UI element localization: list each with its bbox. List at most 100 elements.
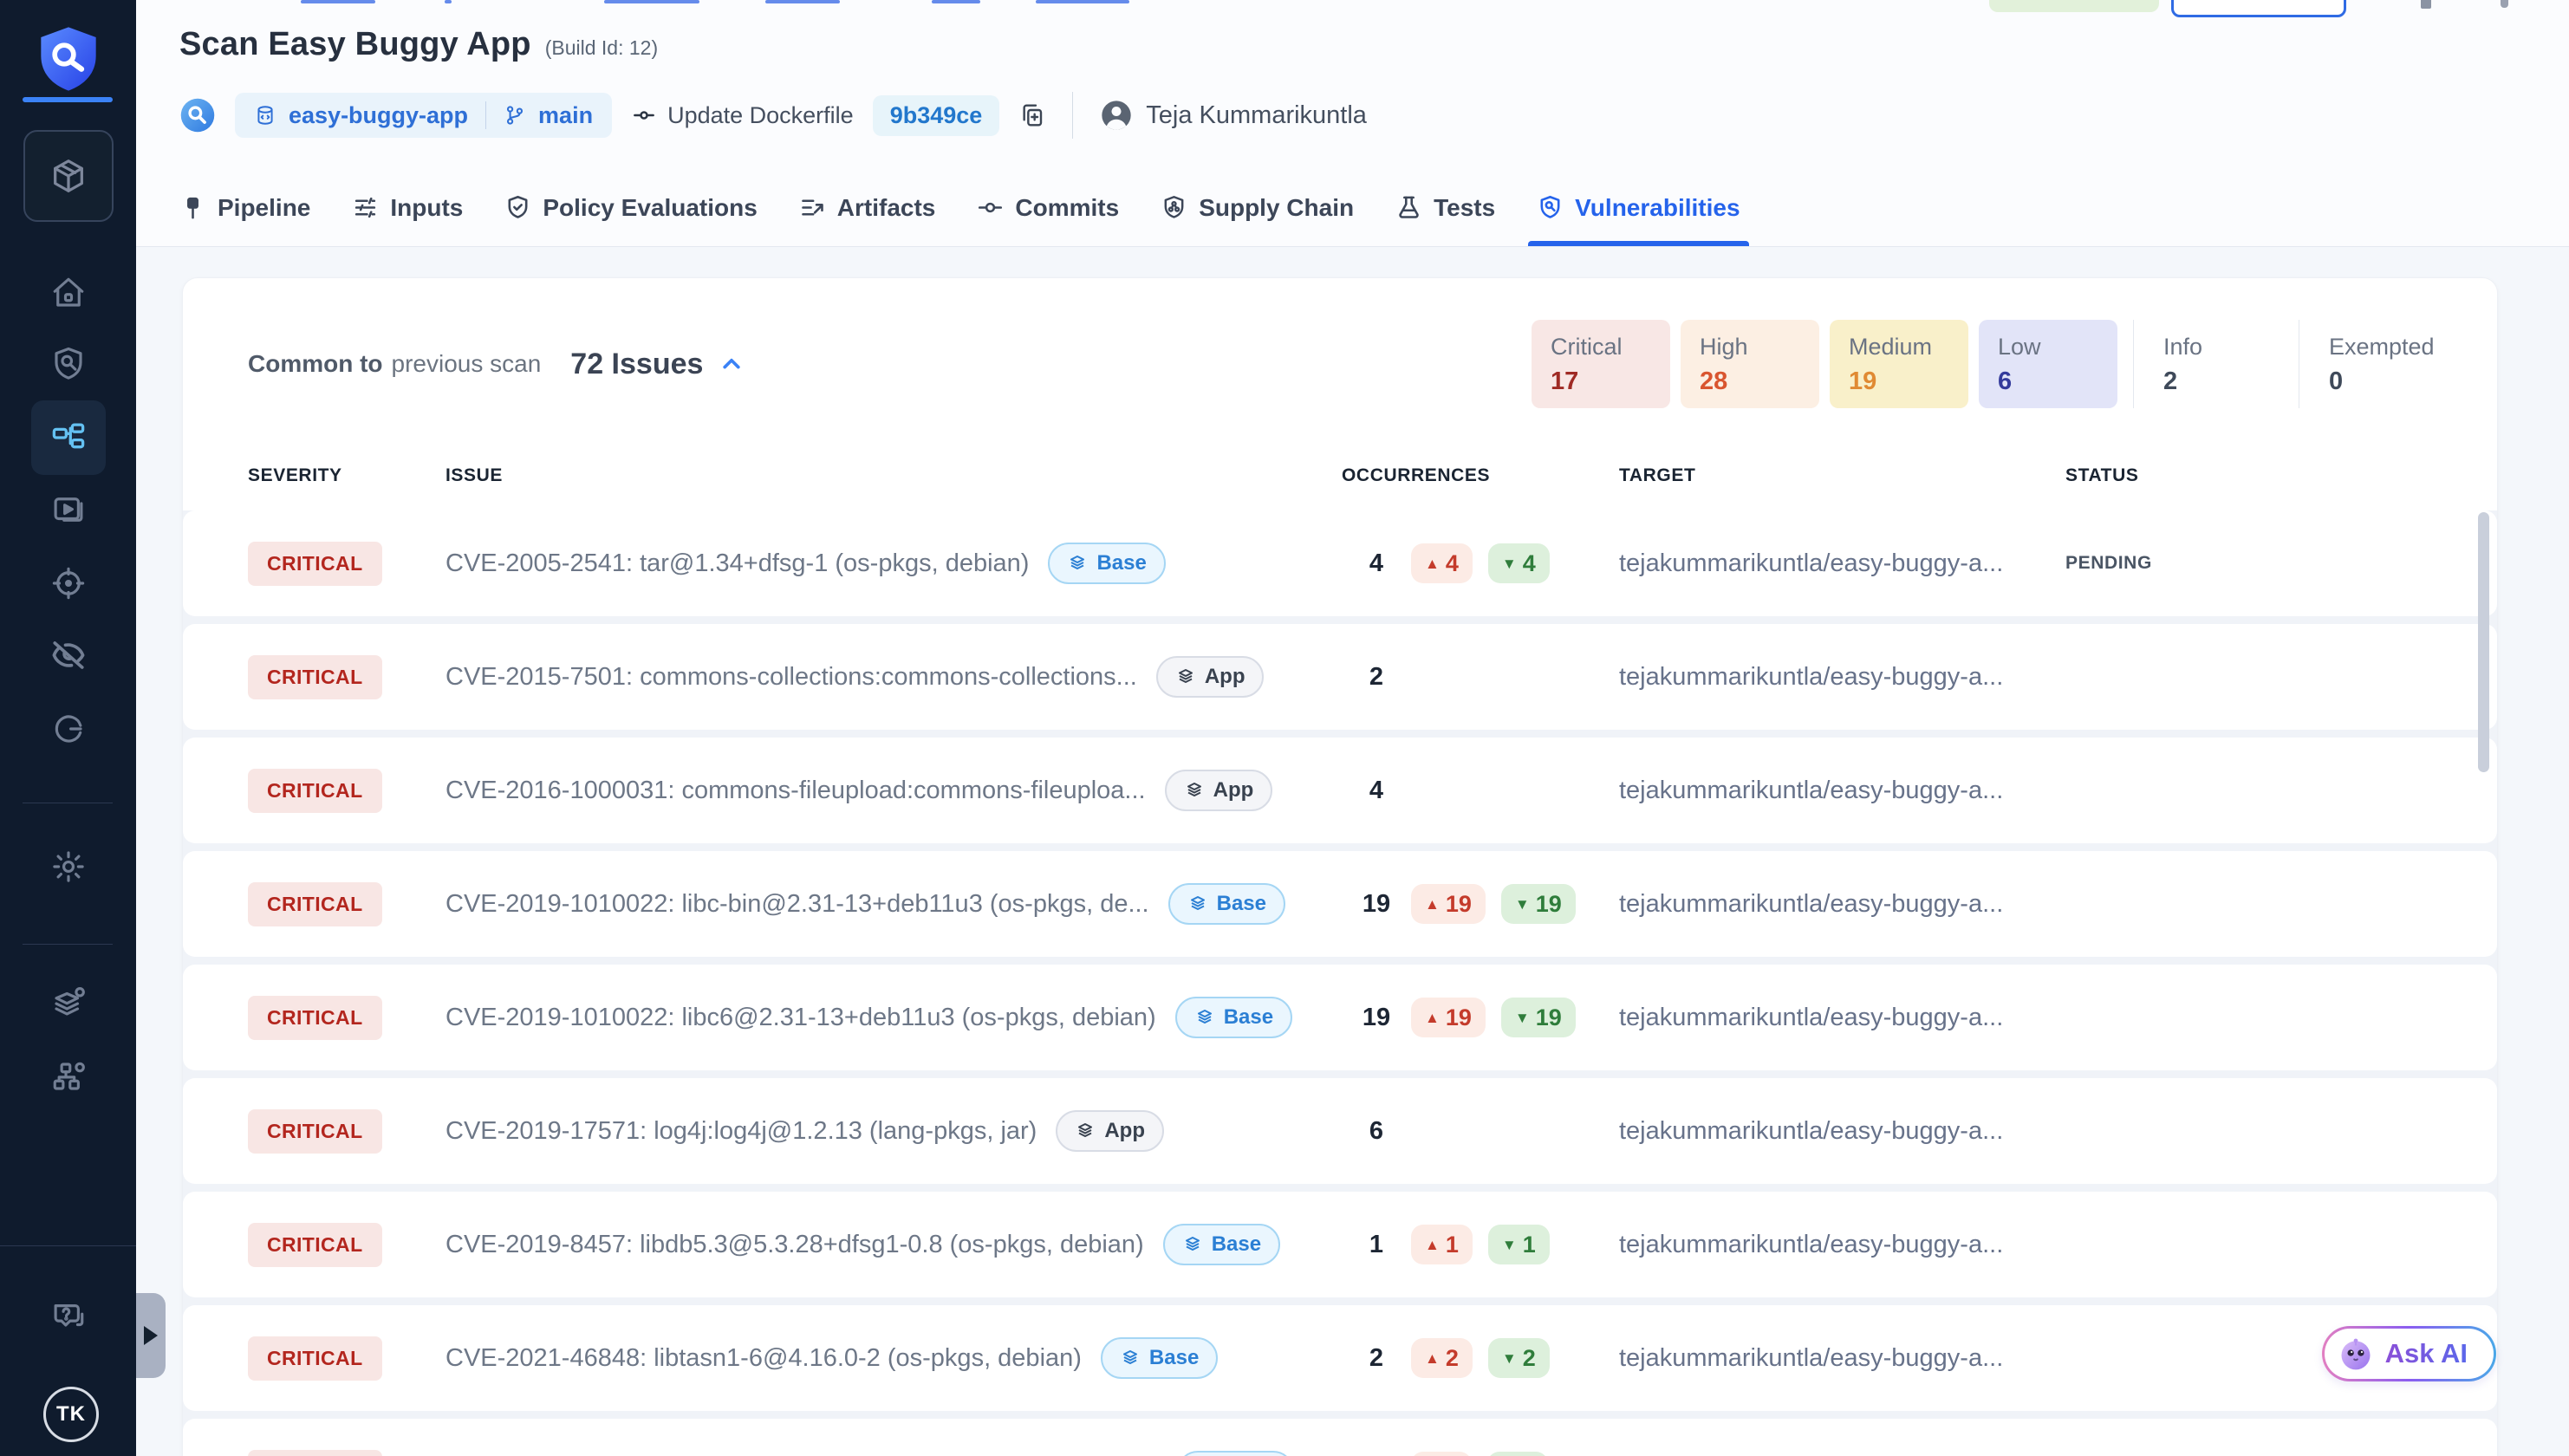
tab-commits[interactable]: Commits xyxy=(977,169,1119,246)
severity-card-high[interactable]: High 28 xyxy=(1681,320,1819,408)
delta-down-pill: ▼1 xyxy=(1488,1225,1550,1264)
tab-tests[interactable]: Tests xyxy=(1395,169,1495,246)
chevron-up-icon[interactable] xyxy=(717,349,746,379)
cutoff-breadcrumb-fragment xyxy=(1036,0,1129,3)
sidebar-item-sessions[interactable] xyxy=(0,711,136,747)
col-occurrences: OCCURRENCES xyxy=(1342,465,1411,486)
ask-ai-button[interactable]: Ask AI xyxy=(2322,1326,2496,1381)
author-name: Teja Kummarikuntla xyxy=(1146,101,1367,130)
main-area: Scan Easy Buggy App (Build Id: 12) easy-… xyxy=(136,0,2569,1456)
occurrence-count: 19 xyxy=(1363,890,1390,919)
target-name: tejakummarikuntla/easy-buggy-a... xyxy=(1619,890,2065,919)
sidebar-expand-handle[interactable] xyxy=(136,1293,166,1378)
chip-divider xyxy=(485,101,486,129)
triangle-down-icon: ▼ xyxy=(1502,556,1517,571)
project-selector-button[interactable] xyxy=(23,130,114,222)
severity-card-exempted[interactable]: Exempted 0 xyxy=(2299,320,2449,408)
tab-vulnerabilities-active[interactable]: Vulnerabilities xyxy=(1537,169,1740,246)
sidebar-item-home[interactable] xyxy=(0,275,136,311)
sidebar-item-settings[interactable] xyxy=(0,848,136,885)
user-avatar[interactable]: TK xyxy=(43,1387,99,1442)
issue-title[interactable]: CVE-2019-17571: log4j:log4j@1.2.13 (lang… xyxy=(446,1117,1037,1146)
sidebar-item-integration-settings[interactable] xyxy=(0,1058,136,1095)
pipeline-icon xyxy=(179,194,206,221)
target-name: tejakummarikuntla/easy-buggy-a... xyxy=(1619,549,2065,578)
tab-bar: Pipeline Inputs Policy Evaluations Artif… xyxy=(179,169,1740,246)
cutoff-outline-button[interactable] xyxy=(2171,0,2346,17)
sidebar-item-hidden-findings[interactable] xyxy=(0,637,136,673)
issue-title[interactable]: CVE-2021-46848: libtasn1-6@4.16.0-2 (os-… xyxy=(446,1344,1082,1373)
git-commit-icon xyxy=(977,194,1004,221)
logo-accent-bar xyxy=(23,97,113,102)
issue-title[interactable]: CVE-2019-8457: libdb5.3@5.3.28+dfsg1-0.8… xyxy=(446,1231,1144,1259)
severity-card-critical[interactable]: Critical 17 xyxy=(1532,320,1670,408)
occurrence-count: 2 xyxy=(1369,663,1383,692)
shield-nodes-icon xyxy=(1161,194,1187,221)
build-id-label: (Build Id: 12) xyxy=(545,36,658,60)
commit-sha-chip[interactable]: 9b349ce xyxy=(873,95,1000,136)
scan-scope-summary[interactable]: Common to previous scan 72 Issues xyxy=(248,348,746,381)
shield-check-icon xyxy=(504,194,531,221)
severity-badge: CRITICAL xyxy=(248,1109,382,1154)
copy-sha-button[interactable] xyxy=(1018,101,1046,129)
table-row[interactable]: CRITICAL CVE-2019-1010022: libc-bin@2.31… xyxy=(183,851,2497,957)
tab-inputs[interactable]: Inputs xyxy=(352,169,463,246)
table-row[interactable]: CRITICAL CVE-2021-46848: libtasn1-6@4.16… xyxy=(183,1305,2497,1411)
sidebar-divider xyxy=(23,944,113,945)
col-target: TARGET xyxy=(1619,465,2065,486)
layers-icon xyxy=(1067,553,1088,574)
table-row[interactable]: CRITICAL CVE-2019-1010022: libc6@2.31-13… xyxy=(183,965,2497,1070)
delta-down-pill: ▼19 xyxy=(1501,998,1576,1037)
tab-policy-evaluations[interactable]: Policy Evaluations xyxy=(504,169,757,246)
tab-pipeline[interactable]: Pipeline xyxy=(179,169,310,246)
commit-message[interactable]: Update Dockerfile xyxy=(631,102,854,129)
severity-card-low[interactable]: Low 6 xyxy=(1979,320,2117,408)
sidebar-divider xyxy=(0,1245,136,1246)
target-name: tejakummarikuntla/easy-buggy-a... xyxy=(1619,1117,2065,1146)
tab-supply-chain[interactable]: Supply Chain xyxy=(1161,169,1354,246)
cutoff-success-button[interactable] xyxy=(1989,0,2159,12)
sidebar-item-layer-settings[interactable] xyxy=(0,985,136,1021)
severity-card-medium[interactable]: Medium 19 xyxy=(1830,320,1968,408)
tab-artifacts[interactable]: Artifacts xyxy=(799,169,936,246)
layer-tag-pill: App xyxy=(1156,656,1265,698)
table-row[interactable]: CRITICAL CVE-2016-1000031: commons-fileu… xyxy=(183,738,2497,843)
sidebar-item-scans[interactable] xyxy=(0,346,136,382)
commit-icon xyxy=(631,102,657,128)
occurrence-count: 2 xyxy=(1369,1344,1383,1373)
table-row[interactable]: CRITICAL CVE-2019-17571: log4j:log4j@1.2… xyxy=(183,1078,2497,1184)
vertical-scrollbar[interactable] xyxy=(2478,512,2489,772)
issue-title[interactable]: CVE-2015-7501: commons-collections:commo… xyxy=(446,663,1137,692)
layers-icon xyxy=(1175,666,1196,687)
sidebar-item-targets[interactable] xyxy=(0,565,136,601)
table-row[interactable]: CRITICAL CVE-2019-8457: libdb5.3@5.3.28+… xyxy=(183,1192,2497,1297)
table-row[interactable]: CRITICAL CVE-2015-7501: commons-collecti… xyxy=(183,624,2497,730)
issue-title[interactable]: CVE-2019-1010022: libc6@2.31-13+deb11u3 … xyxy=(446,1004,1156,1032)
delta-down-pill: ▼2 xyxy=(1488,1338,1550,1378)
issue-title[interactable]: CVE-2019-1010022: libc-bin@2.31-13+deb11… xyxy=(446,890,1149,919)
severity-card-info[interactable]: Info 2 xyxy=(2133,320,2283,408)
layer-tag-pill: App xyxy=(1165,770,1273,811)
severity-badge: CRITICAL xyxy=(248,996,382,1040)
col-severity: SEVERITY xyxy=(248,465,446,486)
issues-count: 72 Issues xyxy=(570,348,703,381)
delta-up-pill: ▲19 xyxy=(1411,998,1486,1037)
occurrence-count: 19 xyxy=(1363,1004,1390,1032)
repo-branch-chip[interactable]: easy-buggy-app main xyxy=(235,93,612,138)
severity-summary: Critical 17 High 28 Medium 19 Low xyxy=(1532,320,2449,408)
issue-title[interactable]: CVE-2005-2541: tar@1.34+dfsg-1 (os-pkgs,… xyxy=(446,549,1029,578)
target-name: tejakummarikuntla/easy-buggy-a... xyxy=(1619,1344,2065,1373)
target-icon xyxy=(50,565,87,601)
sidebar-item-pipelines-active[interactable] xyxy=(31,400,106,475)
table-row[interactable]: CRITICAL CVE-2005-2541: tar@1.34+dfsg-1 … xyxy=(183,510,2497,616)
sidebar-item-runs[interactable] xyxy=(0,491,136,528)
table-row-partial[interactable]: CRITICAL Base ▲ ▼ xyxy=(183,1419,2497,1456)
severity-badge: CRITICAL xyxy=(248,655,382,699)
layers-icon xyxy=(1075,1121,1096,1141)
issues-card: Common to previous scan 72 Issues Critic… xyxy=(182,277,2498,1456)
issue-title[interactable]: CVE-2016-1000031: commons-fileupload:com… xyxy=(446,777,1146,805)
sidebar-item-help[interactable] xyxy=(0,1297,136,1334)
cutoff-notification-icon[interactable] xyxy=(2421,0,2431,9)
layer-tag-pill: Base xyxy=(1048,543,1165,584)
cutoff-user-icon[interactable] xyxy=(2501,0,2508,8)
